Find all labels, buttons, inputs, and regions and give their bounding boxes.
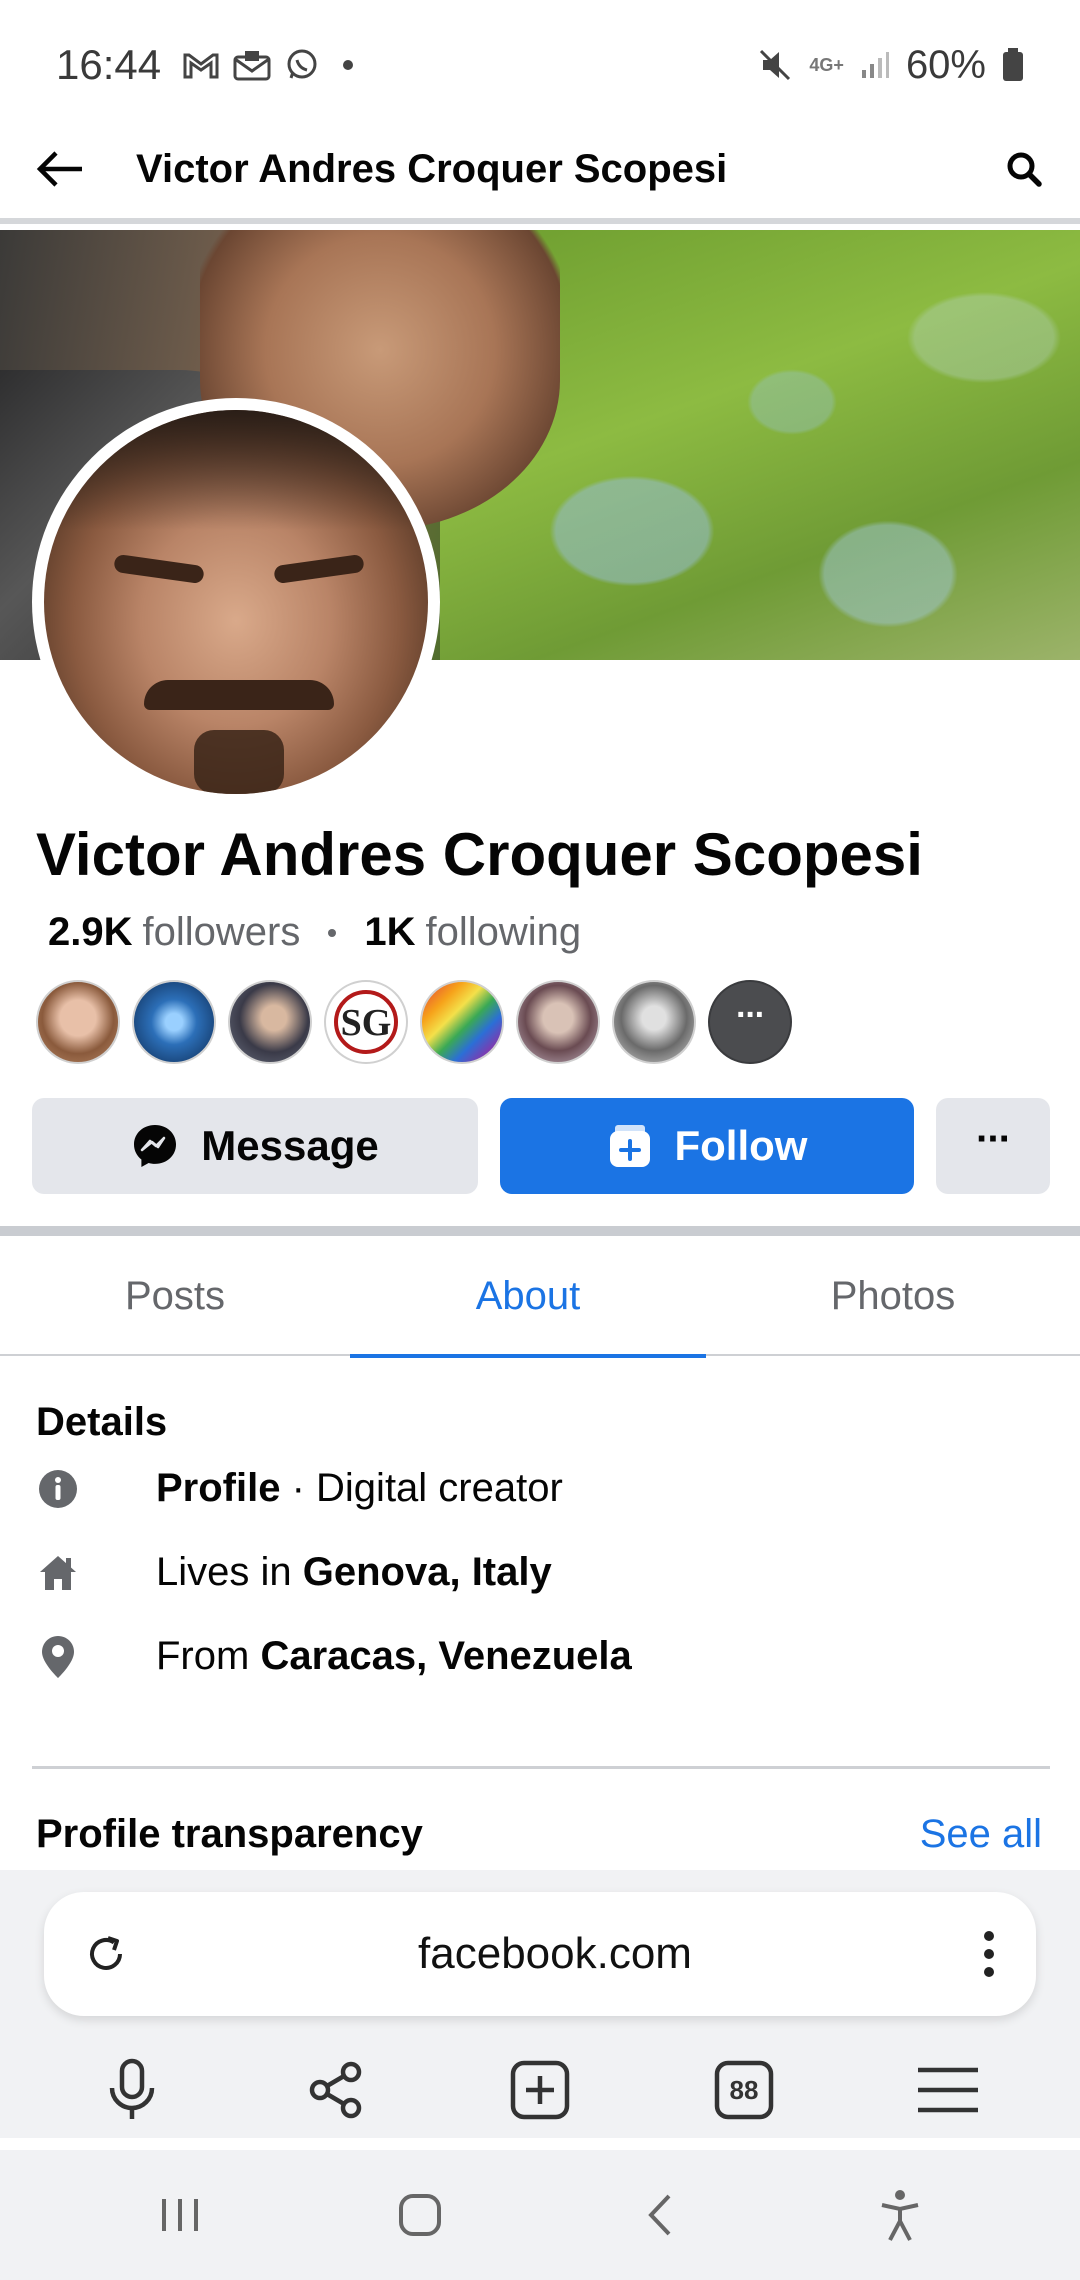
profile-actions: Message Follow ··· — [32, 1098, 1050, 1194]
profile-category: · Digital creator — [280, 1466, 563, 1510]
separator-dot — [328, 928, 337, 937]
voice-search-button[interactable] — [92, 2050, 172, 2130]
recent-apps-icon — [162, 2199, 198, 2231]
reload-button[interactable] — [84, 1932, 128, 1976]
details-divider — [32, 1766, 1050, 1769]
friend-avatar[interactable] — [132, 980, 216, 1064]
profile-name: Victor Andres Croquer Scopesi — [36, 821, 923, 888]
notification-dot-icon — [343, 60, 354, 70]
followers-label[interactable]: followers — [143, 910, 301, 955]
friend-avatar[interactable] — [36, 980, 120, 1064]
app-header: Victor Andres Croquer Scopesi — [0, 120, 1080, 224]
friend-avatar[interactable] — [612, 980, 696, 1064]
status-time: 16:44 — [56, 41, 162, 88]
home-button[interactable] — [380, 2175, 460, 2255]
tab-label: Posts — [124, 1273, 226, 1318]
lives-prefix: Lives in — [156, 1550, 303, 1594]
profile-avatar[interactable] — [44, 410, 428, 794]
details-heading: Details — [36, 1400, 168, 1444]
mail-notification-icon — [233, 49, 271, 81]
tabs-count: 88 — [729, 2074, 759, 2105]
browser-hamburger-button[interactable] — [908, 2050, 988, 2130]
tab-photos[interactable]: Photos — [706, 1236, 1080, 1356]
accessibility-icon — [881, 2190, 919, 2241]
home-icon — [36, 1551, 80, 1595]
follow-stats: 2.9K followers 1K following — [48, 910, 581, 955]
section-divider — [0, 1226, 1080, 1236]
share-button[interactable] — [296, 2050, 376, 2130]
follow-icon — [607, 1123, 653, 1169]
back-button[interactable] — [36, 149, 86, 189]
lives-place[interactable]: Genova, Italy — [303, 1550, 552, 1595]
battery-percent: 60% — [905, 42, 986, 87]
url-text[interactable]: facebook.com — [128, 1929, 982, 1979]
following-label[interactable]: following — [425, 910, 581, 955]
message-label: Message — [201, 1122, 379, 1169]
friend-avatar[interactable]: SG — [324, 980, 408, 1064]
mutual-friends-row: SG ··· — [36, 980, 792, 1064]
search-button[interactable] — [1004, 149, 1044, 189]
microphone-icon — [109, 2058, 155, 2119]
detail-profile-category: Profile · Digital creator — [36, 1466, 563, 1511]
hamburger-menu-icon — [918, 2067, 978, 2113]
followers-count[interactable]: 2.9K — [48, 910, 133, 955]
whatsapp-icon — [285, 48, 319, 82]
from-prefix: From — [156, 1634, 261, 1678]
detail-lives-in: Lives in Genova, Italy — [36, 1550, 552, 1595]
mute-icon — [757, 47, 793, 83]
messenger-icon — [131, 1122, 179, 1170]
more-options-button[interactable]: ··· — [936, 1098, 1050, 1194]
from-place[interactable]: Caracas, Venezuela — [260, 1634, 631, 1679]
accessibility-button[interactable] — [860, 2175, 940, 2255]
battery-icon — [1002, 48, 1024, 82]
tabs-button[interactable]: 88 — [704, 2050, 784, 2130]
more-options-label: ··· — [976, 1116, 1012, 1161]
reload-icon — [90, 1936, 122, 1970]
browser-toolbar: 88 — [0, 2040, 1080, 2140]
friend-avatar[interactable] — [516, 980, 600, 1064]
chevron-left-icon — [648, 2194, 671, 2236]
tab-label: Photos — [830, 1273, 956, 1318]
more-friends-label: ··· — [736, 996, 766, 1034]
tab-label: About — [475, 1273, 581, 1318]
back-nav-button[interactable] — [620, 2175, 700, 2255]
friend-avatar[interactable] — [420, 980, 504, 1064]
signal-icon — [860, 50, 890, 80]
kebab-menu-icon — [984, 1931, 994, 1977]
browser-menu-button[interactable] — [982, 1929, 996, 1979]
arrow-left-icon — [36, 151, 82, 187]
system-navigation-bar — [0, 2150, 1080, 2280]
detail-from: From Caracas, Venezuela — [36, 1634, 632, 1679]
following-count[interactable]: 1K — [364, 910, 415, 955]
add-tab-icon — [510, 2060, 570, 2120]
follow-label: Follow — [674, 1122, 808, 1169]
header-title: Victor Andres Croquer Scopesi — [136, 146, 728, 191]
status-bar: 16:44 4G+ 60% — [0, 0, 1080, 130]
tab-about[interactable]: About — [350, 1236, 706, 1358]
share-icon — [309, 2061, 362, 2119]
profile-tabs: Posts About Photos — [0, 1236, 1080, 1358]
new-tab-button[interactable] — [500, 2050, 580, 2130]
gmail-icon — [183, 51, 219, 79]
profile-label: Profile — [156, 1466, 281, 1510]
search-icon — [1007, 152, 1042, 187]
home-square-icon — [399, 2194, 441, 2236]
friend-avatar[interactable] — [228, 980, 312, 1064]
tab-posts[interactable]: Posts — [0, 1236, 350, 1356]
location-pin-icon — [36, 1635, 80, 1679]
info-icon — [36, 1467, 80, 1511]
url-bar[interactable]: facebook.com — [44, 1892, 1036, 2016]
message-button[interactable]: Message — [32, 1098, 478, 1194]
network-type-icon: 4G+ — [809, 54, 844, 75]
more-friends-button[interactable]: ··· — [708, 980, 792, 1064]
see-all-link[interactable]: See all — [920, 1812, 1042, 1857]
recent-apps-button[interactable] — [140, 2175, 220, 2255]
svg-text:SG: SG — [341, 1002, 392, 1044]
profile-transparency-heading: Profile transparency — [36, 1812, 423, 1856]
follow-button[interactable]: Follow — [500, 1098, 914, 1194]
